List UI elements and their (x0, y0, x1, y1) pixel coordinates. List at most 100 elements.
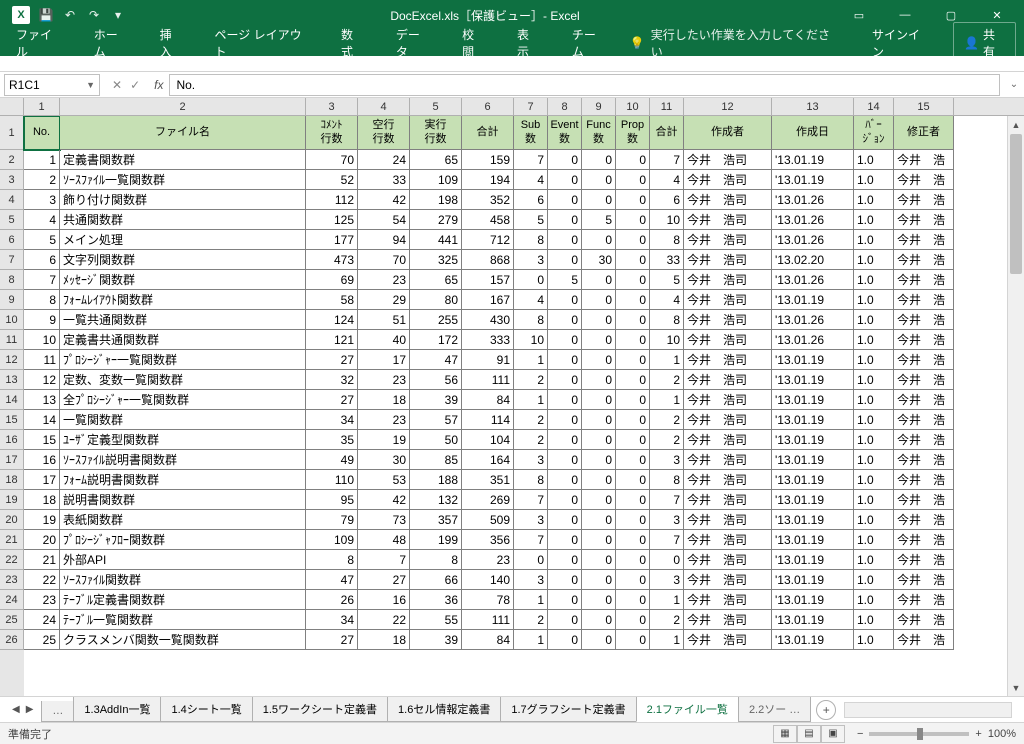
data-cell[interactable]: 0 (616, 530, 650, 550)
data-cell[interactable]: 4 (650, 290, 684, 310)
data-cell[interactable]: 今井 浩 (894, 550, 954, 570)
data-cell[interactable]: 0 (548, 330, 582, 350)
data-cell[interactable]: 157 (462, 270, 514, 290)
data-cell[interactable]: 今井 浩 (894, 210, 954, 230)
data-cell[interactable]: 今井 浩司 (684, 530, 772, 550)
data-cell[interactable]: 0 (548, 230, 582, 250)
data-cell[interactable]: 24 (358, 150, 410, 170)
data-cell[interactable]: 今井 浩司 (684, 390, 772, 410)
data-cell[interactable]: ﾌﾟﾛｼｰｼﾞｬｰ一覧関数群 (60, 350, 306, 370)
select-all-corner[interactable] (0, 98, 24, 115)
data-cell[interactable]: 0 (616, 370, 650, 390)
data-cell[interactable]: 22 (358, 610, 410, 630)
data-cell[interactable]: 3 (514, 250, 548, 270)
data-cell[interactable]: 18 (24, 490, 60, 510)
data-cell[interactable]: 3 (24, 190, 60, 210)
data-cell[interactable]: '13.01.19 (772, 450, 854, 470)
data-cell[interactable]: 今井 浩司 (684, 290, 772, 310)
data-cell[interactable]: 47 (306, 570, 358, 590)
data-cell[interactable]: 27 (306, 350, 358, 370)
signin-link[interactable]: サインイン (864, 22, 937, 64)
data-cell[interactable]: 0 (616, 550, 650, 570)
data-cell[interactable]: 1 (24, 150, 60, 170)
data-cell[interactable]: 25 (24, 630, 60, 650)
data-cell[interactable]: 125 (306, 210, 358, 230)
data-cell[interactable]: 1.0 (854, 230, 894, 250)
data-cell[interactable]: 30 (358, 450, 410, 470)
data-cell[interactable]: 8 (514, 470, 548, 490)
data-cell[interactable]: 56 (410, 370, 462, 390)
data-cell[interactable]: 0 (616, 330, 650, 350)
data-cell[interactable]: 0 (616, 390, 650, 410)
data-cell[interactable]: 0 (582, 530, 616, 550)
data-cell[interactable]: 6 (650, 190, 684, 210)
data-cell[interactable]: 159 (462, 150, 514, 170)
row-header[interactable]: 8 (0, 270, 24, 290)
data-cell[interactable]: 9 (24, 310, 60, 330)
data-cell[interactable]: 飾り付け関数群 (60, 190, 306, 210)
data-cell[interactable]: 5 (650, 270, 684, 290)
data-cell[interactable]: 共通関数群 (60, 210, 306, 230)
row-header[interactable]: 19 (0, 490, 24, 510)
data-cell[interactable]: 8 (410, 550, 462, 570)
expand-formula-icon[interactable]: ⌄ (1004, 79, 1024, 90)
data-cell[interactable]: 今井 浩司 (684, 190, 772, 210)
data-cell[interactable]: 13 (24, 390, 60, 410)
row-header[interactable]: 12 (0, 350, 24, 370)
data-cell[interactable]: 109 (410, 170, 462, 190)
data-cell[interactable]: 48 (358, 530, 410, 550)
sheet-tab[interactable]: … (41, 701, 74, 722)
data-cell[interactable]: 0 (548, 190, 582, 210)
row-header[interactable]: 3 (0, 170, 24, 190)
data-cell[interactable]: 0 (616, 430, 650, 450)
data-cell[interactable]: 85 (410, 450, 462, 470)
data-cell[interactable]: 1.0 (854, 330, 894, 350)
data-cell[interactable]: 0 (548, 450, 582, 470)
data-cell[interactable]: 11 (24, 350, 60, 370)
data-cell[interactable]: 18 (358, 390, 410, 410)
data-cell[interactable]: 2 (514, 370, 548, 390)
data-cell[interactable]: ﾕｰｻﾞ定義型関数群 (60, 430, 306, 450)
data-cell[interactable]: 124 (306, 310, 358, 330)
data-cell[interactable]: '13.01.26 (772, 330, 854, 350)
fx-icon[interactable]: fx (148, 78, 169, 92)
data-cell[interactable]: 今井 浩司 (684, 450, 772, 470)
data-cell[interactable]: 0 (616, 190, 650, 210)
row-header[interactable]: 7 (0, 250, 24, 270)
name-box[interactable]: R1C1 ▼ (4, 74, 100, 96)
data-cell[interactable]: 今井 浩 (894, 310, 954, 330)
data-cell[interactable]: 0 (548, 510, 582, 530)
data-cell[interactable]: 0 (548, 470, 582, 490)
data-cell[interactable]: 80 (410, 290, 462, 310)
data-cell[interactable]: 4 (514, 170, 548, 190)
header-cell[interactable]: No. (24, 116, 60, 150)
row-header[interactable]: 16 (0, 430, 24, 450)
data-cell[interactable]: 70 (358, 250, 410, 270)
column-header[interactable]: 9 (582, 98, 616, 115)
header-cell[interactable]: Func 数 (582, 116, 616, 150)
data-cell[interactable]: '13.01.26 (772, 210, 854, 230)
data-cell[interactable]: '13.01.19 (772, 510, 854, 530)
data-cell[interactable]: 269 (462, 490, 514, 510)
data-cell[interactable]: 1.0 (854, 610, 894, 630)
data-cell[interactable]: 0 (616, 170, 650, 190)
data-cell[interactable]: 0 (616, 410, 650, 430)
data-cell[interactable]: ﾌﾟﾛｼｰｼﾞｬﾌﾛｰ関数群 (60, 530, 306, 550)
data-cell[interactable]: 868 (462, 250, 514, 270)
data-cell[interactable]: 32 (306, 370, 358, 390)
tab-home[interactable]: ホーム (86, 22, 136, 64)
data-cell[interactable]: 17 (358, 350, 410, 370)
data-cell[interactable]: 1.0 (854, 210, 894, 230)
data-cell[interactable]: 3 (650, 450, 684, 470)
data-cell[interactable]: 39 (410, 630, 462, 650)
data-cell[interactable]: ﾃｰﾌﾞﾙ定義書関数群 (60, 590, 306, 610)
data-cell[interactable]: 0 (582, 370, 616, 390)
data-cell[interactable]: 84 (462, 630, 514, 650)
data-cell[interactable]: 24 (24, 610, 60, 630)
data-cell[interactable]: 今井 浩司 (684, 150, 772, 170)
data-cell[interactable]: 0 (582, 450, 616, 470)
data-cell[interactable]: 0 (548, 430, 582, 450)
data-cell[interactable]: 0 (582, 190, 616, 210)
data-cell[interactable]: 1.0 (854, 150, 894, 170)
data-cell[interactable]: 6 (514, 190, 548, 210)
